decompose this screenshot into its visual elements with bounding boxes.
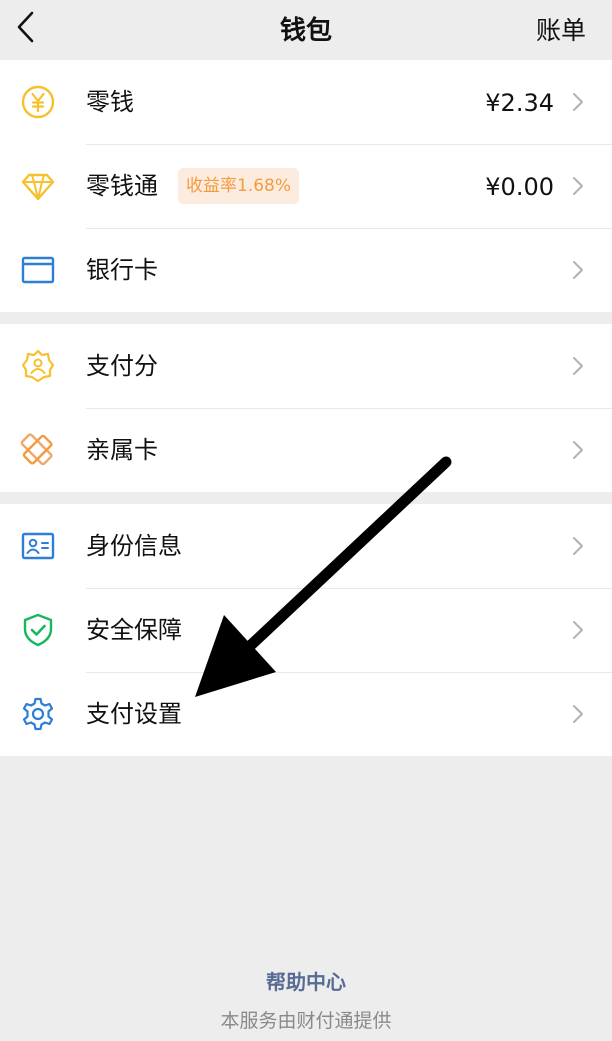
payment-score-row[interactable]: 支付分 <box>0 324 612 408</box>
yield-rate-badge: 收益率1.68% <box>178 168 300 204</box>
chevron-right-icon <box>573 261 583 279</box>
payment-score-label: 支付分 <box>86 352 158 380</box>
chevron-right-icon <box>573 705 583 723</box>
id-card-icon <box>20 528 56 564</box>
chevron-right-icon <box>573 621 583 639</box>
chevron-right-icon <box>573 93 583 111</box>
payment-score-icon <box>20 348 56 384</box>
bank-card-row[interactable]: 银行卡 <box>0 228 612 312</box>
bank-card-icon <box>20 252 56 288</box>
change-plus-row[interactable]: 零钱通 收益率1.68% ¥0.00 <box>0 144 612 228</box>
payment-settings-row[interactable]: 支付设置 <box>0 672 612 756</box>
wallet-group-balance: 零钱 ¥2.34 零钱通 收益率1.68% ¥0.00 银行卡 <box>0 60 612 312</box>
identity-info-row[interactable]: 身份信息 <box>0 504 612 588</box>
change-label: 零钱 <box>86 88 134 116</box>
chevron-right-icon <box>573 357 583 375</box>
chevron-right-icon <box>573 537 583 555</box>
wallet-group-credit: 支付分 亲属卡 <box>0 324 612 492</box>
payment-settings-label: 支付设置 <box>86 700 182 728</box>
bill-button[interactable]: 账单 <box>536 11 586 47</box>
change-balance: ¥2.34 <box>485 89 554 117</box>
family-card-label: 亲属卡 <box>86 436 158 464</box>
yuan-coin-icon <box>20 84 56 120</box>
gear-icon <box>20 696 56 732</box>
family-card-row[interactable]: 亲属卡 <box>0 408 612 492</box>
diamond-icon <box>20 168 56 204</box>
wallet-group-settings: 身份信息 安全保障 支付设置 <box>0 504 612 756</box>
shield-check-icon <box>20 612 56 648</box>
page-title: 钱包 <box>279 15 332 46</box>
service-provider-note: 本服务由财付通提供 <box>220 1010 392 1032</box>
security-row[interactable]: 安全保障 <box>0 588 612 672</box>
chevron-right-icon <box>573 441 583 459</box>
help-center-link[interactable]: 帮助中心 <box>0 966 612 995</box>
family-card-icon <box>20 432 56 468</box>
back-arrow-icon[interactable] <box>14 10 38 44</box>
chevron-right-icon <box>573 177 583 195</box>
identity-info-label: 身份信息 <box>86 532 182 560</box>
security-label: 安全保障 <box>86 616 182 644</box>
change-row[interactable]: 零钱 ¥2.34 <box>0 60 612 144</box>
change-plus-balance: ¥0.00 <box>485 173 554 201</box>
nav-bar: 钱包 账单 <box>0 0 612 56</box>
change-plus-label: 零钱通 <box>86 172 158 200</box>
bank-card-label: 银行卡 <box>86 256 158 284</box>
